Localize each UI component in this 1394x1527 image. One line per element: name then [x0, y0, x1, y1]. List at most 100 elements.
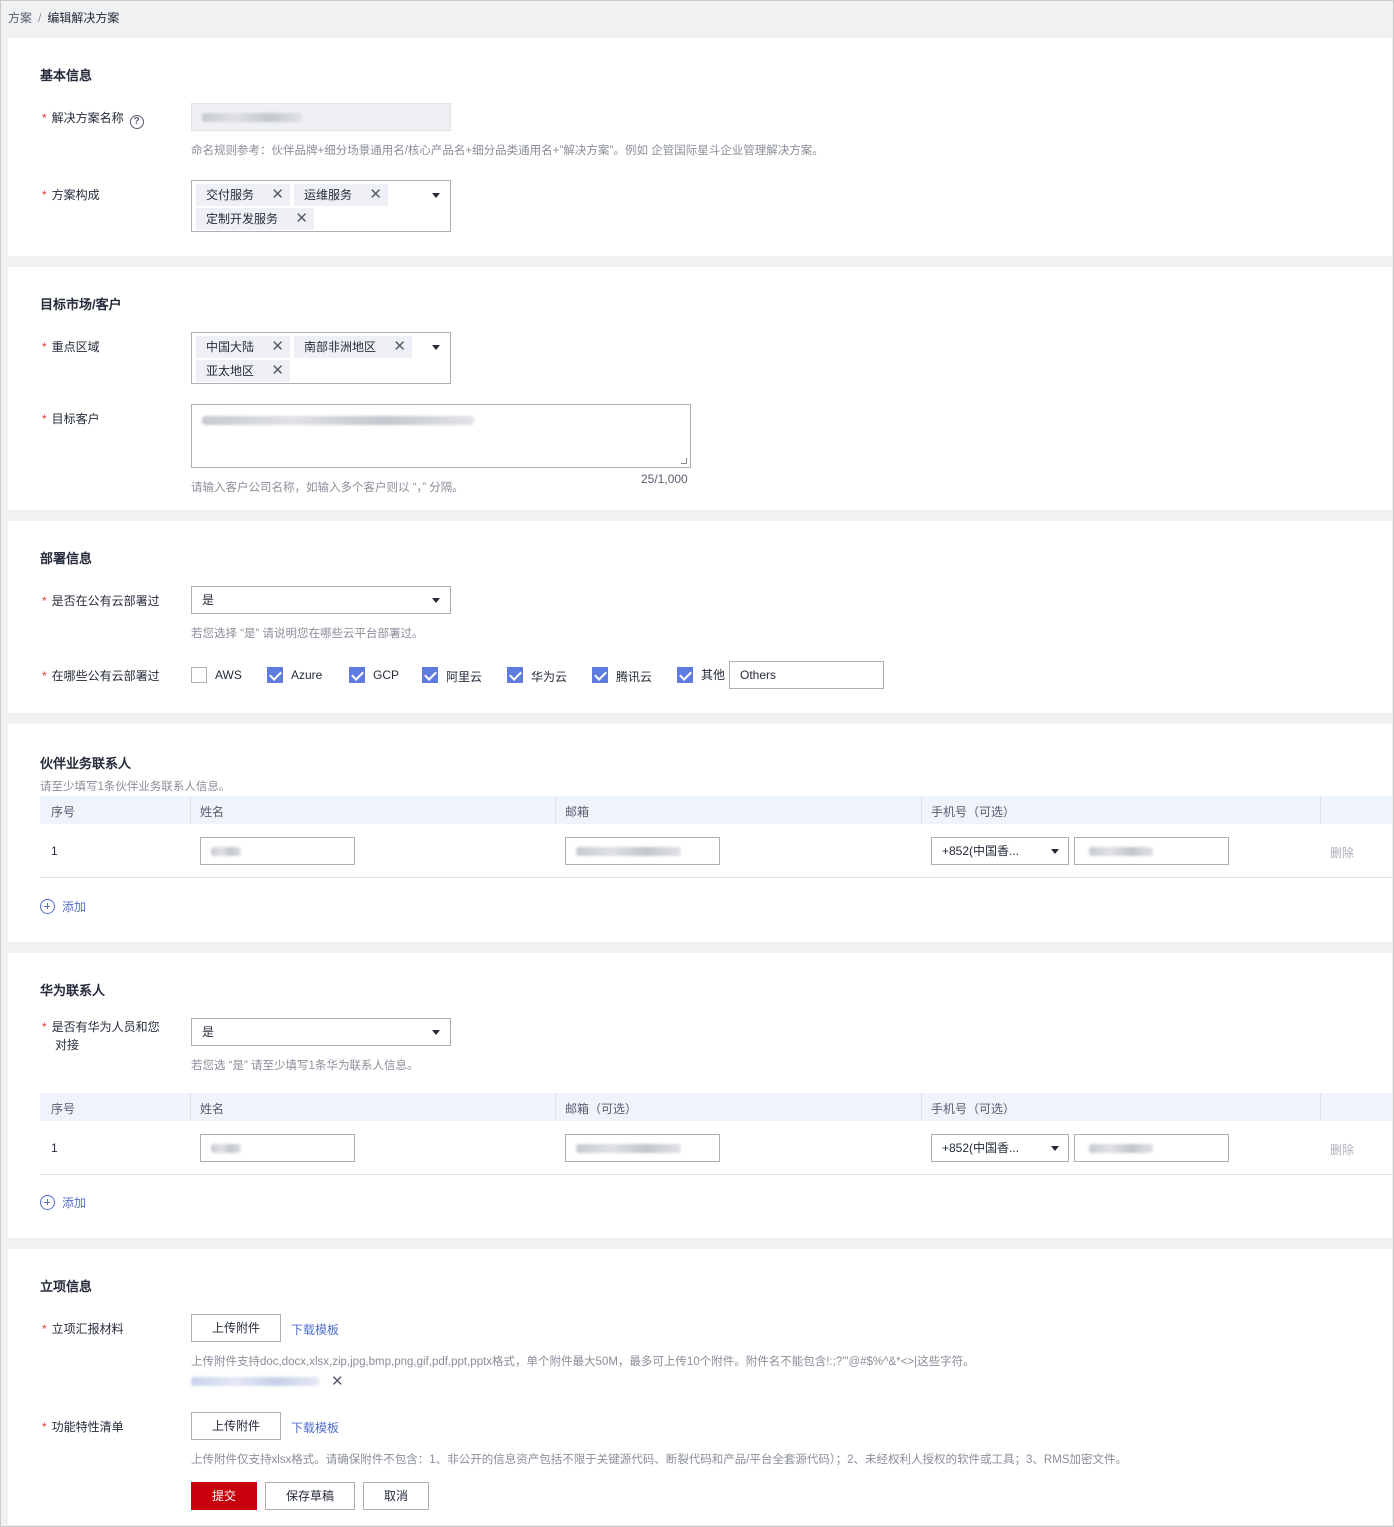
close-icon[interactable]: ✕ [271, 360, 284, 382]
composition-multiselect[interactable]: 交付服务 ✕ 运维服务 ✕ 定制开发服务 ✕ [191, 180, 451, 232]
partner-table-header: 序号 姓名 邮箱 手机号（可选） [40, 796, 1392, 824]
close-icon[interactable]: ✕ [393, 336, 406, 358]
name-input[interactable] [200, 1134, 355, 1162]
huawei-contact-hint: 若您选 “是” 请至少填写1条华为联系人信息。 [191, 1060, 419, 1072]
delete-row-link[interactable]: 删除 [1330, 844, 1354, 861]
public-cloud-value: 是 [202, 593, 215, 607]
checkbox-label-aliyun: 阿里云 [446, 670, 483, 684]
add-partner-contact-button[interactable]: 添加 [40, 898, 86, 915]
which-cloud-label: * 在哪些公有云部署过 [42, 669, 160, 683]
section-title-project: 立项信息 [40, 1279, 93, 1294]
checkbox-tencentcloud[interactable] [592, 667, 608, 683]
composition-tag: 定制开发服务 ✕ [196, 208, 314, 230]
region-tag: 亚太地区 ✕ [196, 360, 290, 382]
checkbox-azure[interactable] [267, 667, 283, 683]
breadcrumb-root[interactable]: 方案 [8, 11, 32, 25]
region-multiselect[interactable]: 中国大陆 ✕ 南部非洲地区 ✕ 亚太地区 ✕ [191, 332, 451, 384]
chevron-down-icon[interactable] [432, 345, 440, 350]
cancel-button[interactable]: 取消 [363, 1482, 429, 1510]
report-hint: 上传附件支持doc,docx,xlsx,zip,jpg,bmp,png,gif,… [191, 1356, 975, 1368]
report-label: * 立项汇报材料 [42, 1322, 124, 1336]
col-phone: 手机号（可选） [931, 1102, 1016, 1116]
customer-label: * 目标客户 [42, 412, 100, 426]
col-email: 邮箱（可选） [565, 1102, 638, 1116]
checkbox-label-azure: Azure [291, 668, 323, 682]
delete-row-link[interactable]: 删除 [1330, 1141, 1354, 1158]
chevron-down-icon [432, 1030, 440, 1035]
country-code-select[interactable]: +852(中国香... [931, 1134, 1069, 1162]
chevron-down-icon [1051, 849, 1059, 854]
section-title-market: 目标市场/客户 [40, 297, 122, 312]
close-icon[interactable]: ✕ [295, 208, 308, 230]
download-template-link[interactable]: 下载模板 [291, 1321, 339, 1338]
has-huawei-label: * 是否有华为人员和您 对接 [42, 1020, 160, 1052]
public-cloud-select[interactable]: 是 [191, 586, 451, 614]
solution-name-label: * 解决方案名称? [42, 109, 144, 129]
col-index: 序号 [51, 805, 76, 819]
composition-label: * 方案构成 [42, 188, 100, 202]
breadcrumb: 方案 / 编辑解决方案 [8, 9, 119, 26]
customer-counter: 25/1,000 [641, 472, 688, 486]
upload-feature-button[interactable]: 上传附件 [191, 1412, 281, 1440]
region-tag: 中国大陆 ✕ [196, 336, 290, 358]
region-label: * 重点区域 [42, 340, 100, 354]
chevron-down-icon [432, 598, 440, 603]
partner-contact-card: 伙伴业务联系人 请至少填写1条伙伴业务联系人信息。 序号 姓名 邮箱 手机号（可… [8, 724, 1392, 942]
country-code-value: +852(中国香... [942, 1141, 1020, 1155]
huawei-table-header: 序号 姓名 邮箱（可选） 手机号（可选） [40, 1093, 1392, 1121]
checkbox-label-gcp: GCP [373, 668, 400, 682]
customer-hint: 请输入客户公司名称，如输入多个客户则以 “，” 分隔。 [191, 482, 464, 494]
composition-tag: 运维服务 ✕ [294, 184, 388, 206]
customer-textarea[interactable] [191, 404, 691, 468]
has-huawei-select[interactable]: 是 [191, 1018, 451, 1046]
close-icon[interactable]: ✕ [271, 184, 284, 206]
checkbox-aws[interactable] [191, 667, 207, 683]
submit-button[interactable]: 提交 [191, 1482, 257, 1510]
row-index: 1 [51, 1141, 58, 1155]
col-index: 序号 [51, 1102, 76, 1116]
name-input[interactable] [200, 837, 355, 865]
add-huawei-contact-button[interactable]: 添加 [40, 1194, 86, 1211]
solution-name-input [191, 103, 451, 131]
chevron-down-icon [1051, 1146, 1059, 1151]
col-email: 邮箱 [565, 805, 590, 819]
email-input[interactable] [565, 1134, 720, 1162]
market-card: 目标市场/客户 * 重点区域 中国大陆 ✕ 南部非洲地区 ✕ 亚太地区 ✕ * 目标客户 … [8, 267, 1392, 510]
composition-tag: 交付服务 ✕ [196, 184, 290, 206]
checkbox-label-other: 其他 [701, 668, 726, 682]
country-code-select[interactable]: +852(中国香... [931, 837, 1069, 865]
solution-name-hint: 命名规则参考：伙伴品牌+细分场景通用名/核心产品名+细分品类通用名+"解决方案"… [191, 145, 824, 157]
resize-handle-icon[interactable] [681, 458, 687, 464]
public-cloud-hint: 若您选择 “是” 请说明您在哪些云平台部署过。 [191, 628, 424, 640]
download-template-link[interactable]: 下载模板 [291, 1419, 339, 1436]
close-icon[interactable]: ✕ [369, 184, 382, 206]
save-draft-button[interactable]: 保存草稿 [265, 1482, 355, 1510]
region-tag: 南部非洲地区 ✕ [294, 336, 412, 358]
row-index: 1 [51, 844, 58, 858]
section-title-basic: 基本信息 [40, 68, 93, 83]
email-input[interactable] [565, 837, 720, 865]
partner-contact-subtitle: 请至少填写1条伙伴业务联系人信息。 [40, 781, 231, 793]
col-phone: 手机号（可选） [931, 805, 1016, 819]
add-circle-icon [40, 899, 55, 914]
close-icon[interactable]: ✕ [271, 336, 284, 358]
checkbox-gcp[interactable] [349, 667, 365, 683]
phone-input[interactable] [1074, 837, 1229, 865]
other-cloud-value: Others [740, 668, 777, 682]
country-code-value: +852(中国香... [942, 844, 1020, 858]
chevron-down-icon[interactable] [432, 193, 440, 198]
basic-info-card: 基本信息 * 解决方案名称? 命名规则参考：伙伴品牌+细分场景通用名/核心产品名+… [8, 38, 1392, 256]
project-card: 立项信息 * 立项汇报材料 上传附件 下载模板 上传附件支持doc,docx,xl… [8, 1249, 1392, 1525]
checkbox-other[interactable] [677, 667, 693, 683]
remove-file-icon[interactable]: ✕ [331, 1372, 344, 1390]
checkbox-aliyun[interactable] [422, 667, 438, 683]
checkbox-huaweicloud[interactable] [507, 667, 523, 683]
phone-input[interactable] [1074, 1134, 1229, 1162]
uploaded-file: ✕ [191, 1372, 351, 1390]
other-cloud-input[interactable]: Others [729, 661, 884, 689]
upload-report-button[interactable]: 上传附件 [191, 1314, 281, 1342]
deploy-card: 部署信息 * 是否在公有云部署过 是 若您选择 “是” 请说明您在哪些云平台部署过… [8, 521, 1392, 713]
help-icon[interactable]: ? [129, 115, 144, 129]
huawei-contact-card: 华为联系人 * 是否有华为人员和您 对接 是 若您选 “是” 请至少填写1条华为联系… [8, 953, 1392, 1238]
col-name: 姓名 [200, 1102, 225, 1116]
